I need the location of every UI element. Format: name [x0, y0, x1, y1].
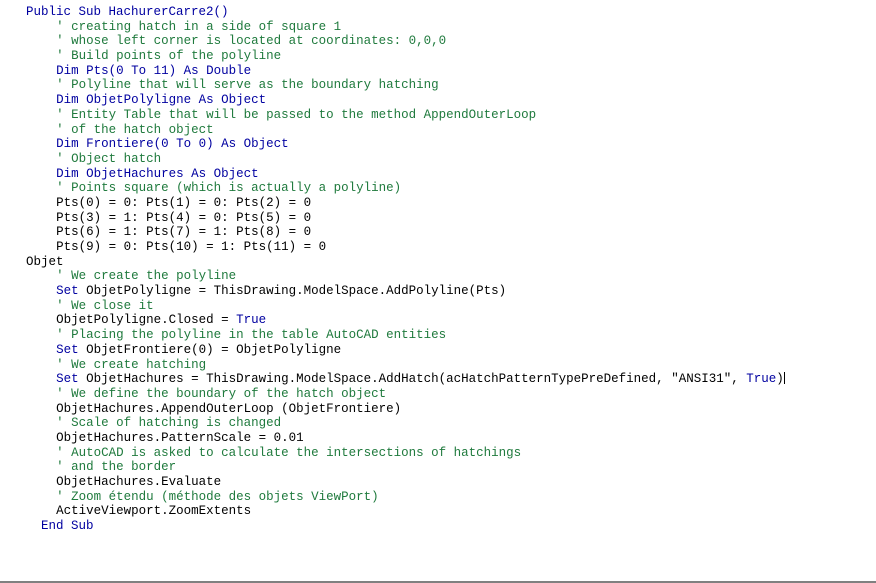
code-line[interactable]: Dim ObjetHachures As Object — [0, 167, 876, 182]
code-text: ) — [776, 372, 784, 387]
code-text: ObjetHachures.AppendOuterLoop (ObjetFron… — [56, 401, 402, 416]
code-keyword: True — [236, 313, 267, 328]
code-text: Pts(0) = 0: Pts(1) = 0: Pts(2) = 0 — [56, 195, 312, 210]
code-line[interactable]: Dim Frontiere(0 To 0) As Object — [0, 137, 876, 152]
code-keyword: Set — [56, 342, 87, 357]
code-keyword: Public Sub HachurerCarre2() — [26, 5, 229, 19]
code-editor-window[interactable]: Public Sub HachurerCarre2() ' creating ha… — [0, 0, 876, 583]
code-comment: ' Placing the polyline in the table Auto… — [56, 328, 447, 343]
code-text: ObjetFrontiere(0) = ObjetPolyligne — [86, 342, 342, 357]
code-text-area[interactable]: Public Sub HachurerCarre2() ' creating ha… — [0, 0, 876, 534]
code-line[interactable]: ' and the border — [0, 460, 876, 475]
code-line[interactable]: Objet — [0, 255, 876, 270]
code-text: Objet — [26, 254, 64, 269]
code-keyword: End Sub — [41, 519, 94, 534]
code-line[interactable]: ' We create hatching — [0, 358, 876, 373]
code-line[interactable]: ActiveViewport.ZoomExtents — [0, 504, 876, 519]
code-line[interactable]: ' Zoom étendu (méthode des objets ViewPo… — [0, 490, 876, 505]
code-comment: ' We define the boundary of the hatch ob… — [56, 386, 387, 401]
code-line[interactable]: Set ObjetFrontiere(0) = ObjetPolyligne — [0, 343, 876, 358]
code-comment: ' We create the polyline — [56, 269, 237, 284]
code-keyword: Set — [56, 284, 87, 299]
code-keyword: Dim Frontiere(0 To 0) As Object — [56, 137, 289, 152]
code-line[interactable]: Set ObjetHachures = ThisDrawing.ModelSpa… — [0, 372, 876, 387]
code-comment: ' Object hatch — [56, 151, 162, 166]
code-text: Pts(6) = 1: Pts(7) = 1: Pts(8) = 0 — [56, 225, 312, 240]
code-line[interactable]: ' Entity Table that will be passed to th… — [0, 108, 876, 123]
code-line[interactable]: ' of the hatch object — [0, 123, 876, 138]
code-comment: ' We close it — [56, 298, 154, 313]
code-line[interactable]: ' Points square (which is actually a pol… — [0, 181, 876, 196]
code-comment: ' creating hatch in a side of square 1 — [56, 19, 342, 34]
code-line[interactable]: ' Polyline that will serve as the bounda… — [0, 78, 876, 93]
code-text: ObjetHachures.PatternScale = 0.01 — [56, 430, 304, 445]
code-keyword: Set — [56, 372, 87, 387]
code-line[interactable]: Pts(9) = 0: Pts(10) = 1: Pts(11) = 0 — [0, 240, 876, 255]
code-text: ObjetPolyligne.Closed = — [56, 313, 237, 328]
code-line[interactable]: ' We define the boundary of the hatch ob… — [0, 387, 876, 402]
code-line[interactable]: ' Placing the polyline in the table Auto… — [0, 328, 876, 343]
code-keyword: Dim Pts(0 To 11) As Double — [56, 63, 252, 78]
code-line[interactable]: Pts(3) = 1: Pts(4) = 0: Pts(5) = 0 — [0, 211, 876, 226]
code-comment: ' whose left corner is located at coordi… — [56, 34, 447, 49]
code-line[interactable]: ' creating hatch in a side of square 1 — [0, 20, 876, 35]
code-comment: ' Entity Table that will be passed to th… — [56, 107, 537, 122]
text-caret — [783, 372, 785, 385]
code-comment: ' Points square (which is actually a pol… — [56, 181, 402, 196]
code-line[interactable]: ' We close it — [0, 299, 876, 314]
code-text: ObjetHachures = ThisDrawing.ModelSpace.A… — [86, 372, 747, 387]
code-line[interactable]: ObjetPolyligne.Closed = True — [0, 313, 876, 328]
code-text: ObjetPolyligne = ThisDrawing.ModelSpace.… — [86, 284, 507, 299]
code-line[interactable]: ObjetHachures.PatternScale = 0.01 — [0, 431, 876, 446]
code-line[interactable]: ' whose left corner is located at coordi… — [0, 34, 876, 49]
code-text: Pts(9) = 0: Pts(10) = 1: Pts(11) = 0 — [56, 240, 327, 254]
code-line[interactable]: ObjetHachures.AppendOuterLoop (ObjetFron… — [0, 402, 876, 417]
code-line[interactable]: ' AutoCAD is asked to calculate the inte… — [0, 446, 876, 461]
code-keyword: Dim ObjetPolyligne As Object — [56, 93, 267, 108]
code-line[interactable]: Pts(0) = 0: Pts(1) = 0: Pts(2) = 0 — [0, 196, 876, 211]
code-comment: ' of the hatch object — [56, 122, 214, 137]
code-line[interactable]: Set ObjetPolyligne = ThisDrawing.ModelSp… — [0, 284, 876, 299]
code-text: ActiveViewport.ZoomExtents — [56, 504, 252, 519]
code-line[interactable]: ' Build points of the polyline — [0, 49, 876, 64]
code-line[interactable]: ObjetHachures.Evaluate — [0, 475, 876, 490]
code-comment: ' Build points of the polyline — [56, 49, 282, 64]
code-line[interactable]: Pts(6) = 1: Pts(7) = 1: Pts(8) = 0 — [0, 225, 876, 240]
code-comment: ' and the border — [56, 460, 177, 475]
code-line[interactable]: ' Object hatch — [0, 152, 876, 167]
code-line[interactable]: End Sub — [0, 519, 876, 534]
code-text: Pts(3) = 1: Pts(4) = 0: Pts(5) = 0 — [56, 210, 312, 225]
code-comment: ' We create hatching — [56, 357, 207, 372]
code-line[interactable]: ' Scale of hatching is changed — [0, 416, 876, 431]
code-comment: ' Polyline that will serve as the bounda… — [56, 78, 439, 93]
code-line[interactable]: ' We create the polyline — [0, 269, 876, 284]
code-comment: ' AutoCAD is asked to calculate the inte… — [56, 445, 522, 460]
code-line[interactable]: Dim Pts(0 To 11) As Double — [0, 64, 876, 79]
code-keyword: Dim ObjetHachures As Object — [56, 166, 259, 181]
code-comment: ' Scale of hatching is changed — [56, 416, 282, 431]
code-comment: ' Zoom étendu (méthode des objets ViewPo… — [56, 489, 379, 504]
code-line[interactable]: Dim ObjetPolyligne As Object — [0, 93, 876, 108]
code-keyword: True — [746, 372, 777, 387]
code-text: ObjetHachures.Evaluate — [56, 475, 222, 489]
code-line[interactable]: Public Sub HachurerCarre2() — [0, 5, 876, 20]
